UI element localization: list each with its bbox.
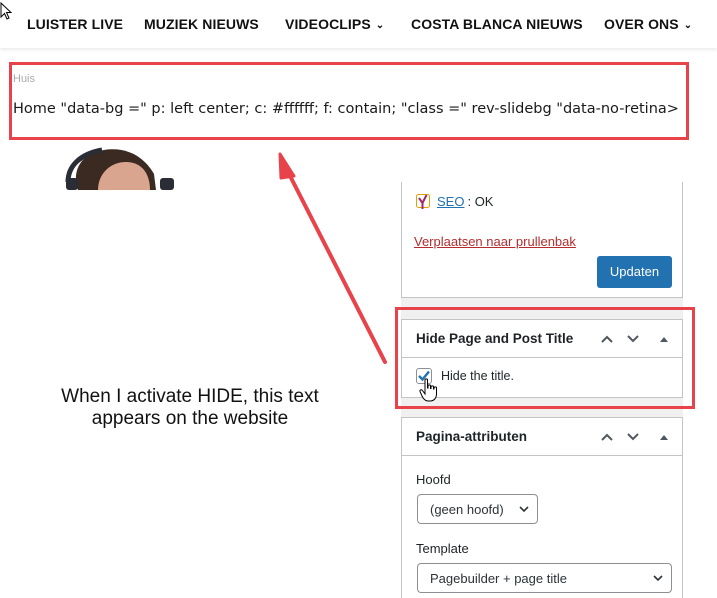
chevron-up-icon[interactable] [599, 429, 615, 445]
collapse-triangle-icon[interactable] [656, 429, 672, 445]
template-label: Template [416, 541, 469, 556]
chevron-down-icon [653, 575, 663, 582]
nav-item-muziek-nieuws[interactable]: MUZIEK NIEUWS [144, 16, 259, 32]
chevron-down-icon [519, 506, 529, 513]
chevron-down-icon[interactable] [625, 429, 641, 445]
parent-label: Hoofd [416, 472, 451, 487]
mouse-pointer-icon [0, 2, 13, 20]
annotation-highlight-checkbox [395, 307, 695, 409]
yoast-icon [416, 194, 430, 209]
seo-status-text: : OK [467, 193, 494, 209]
page-attributes-metabox: Pagina-attributen Hoofd (geen hoofd) Tem… [401, 417, 683, 598]
seo-link[interactable]: SEO [437, 194, 464, 209]
nav-item-over-ons[interactable]: OVER ONS ⌄ [604, 16, 692, 32]
avatar [64, 144, 184, 190]
seo-status: SEO : OK [416, 192, 493, 210]
nav-item-videoclips[interactable]: VIDEOCLIPS ⌄ [285, 16, 384, 32]
parent-select[interactable]: (geen hoofd) [417, 494, 538, 524]
nav-item-luister-live[interactable]: LUISTER LIVE [27, 16, 123, 32]
chevron-down-icon: ⌄ [375, 20, 385, 31]
annotation-highlight-title [9, 62, 689, 140]
annotation-caption: When I activate HIDE, this text appears … [61, 386, 319, 429]
move-to-trash-link[interactable]: Verplaatsen naar prullenbak [414, 234, 576, 249]
parent-select-value: (geen hoofd) [430, 502, 504, 517]
chevron-down-icon: ⌄ [683, 20, 693, 31]
template-select[interactable]: Pagebuilder + page title [417, 563, 672, 593]
metabox-title: Pagina-attributen [416, 429, 528, 444]
update-button[interactable]: Updaten [597, 256, 672, 288]
nav-item-costa-blanca-nieuws[interactable]: COSTA BLANCA NIEUWS [411, 16, 583, 32]
publish-box: SEO : OK Verplaatsen naar prullenbak Upd… [401, 182, 683, 298]
template-select-value: Pagebuilder + page title [430, 571, 567, 586]
metabox-header: Pagina-attributen [402, 418, 682, 456]
main-navigation: LUISTER LIVE MUZIEK NIEUWS VIDEOCLIPS ⌄ C… [0, 0, 717, 48]
